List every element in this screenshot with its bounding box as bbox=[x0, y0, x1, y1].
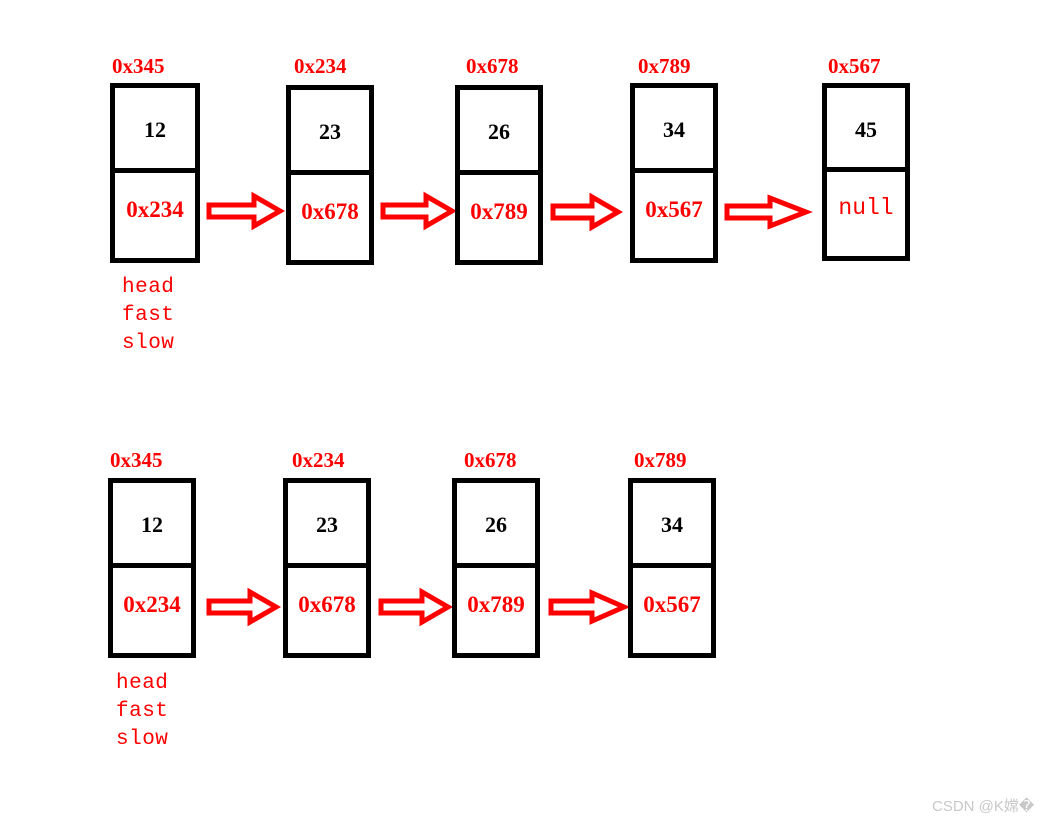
address-label: 0x345 bbox=[112, 54, 165, 78]
node-value: 34 bbox=[661, 512, 683, 537]
watermark: CSDN @K嫦� bbox=[932, 798, 1035, 815]
node-value: 26 bbox=[488, 119, 510, 144]
pointer-name-fast: fast bbox=[122, 304, 175, 327]
node-next-cell: 0x678 bbox=[288, 568, 366, 653]
list-node: 26 0x789 bbox=[455, 85, 543, 265]
node-next-cell: null bbox=[827, 172, 905, 256]
node-value-cell: 34 bbox=[633, 483, 711, 568]
address-label: 0x678 bbox=[466, 54, 519, 78]
pointer-name-stack: head fast slow bbox=[122, 274, 174, 358]
pointer-name-head: head bbox=[122, 276, 175, 299]
pointer-name-fast: fast bbox=[116, 700, 169, 723]
node-next-pointer: 0x789 bbox=[467, 592, 525, 617]
node-value: 12 bbox=[144, 117, 166, 142]
node-value-cell: 23 bbox=[288, 483, 366, 568]
list-node: 12 0x234 bbox=[110, 83, 200, 263]
next-arrow bbox=[548, 589, 631, 625]
pointer-name-stack: head fast slow bbox=[116, 670, 168, 754]
pointer-name-head: head bbox=[116, 672, 169, 695]
node-value-cell: 12 bbox=[115, 88, 195, 173]
node-next-cell: 0x234 bbox=[113, 568, 191, 653]
node-next-cell: 0x234 bbox=[115, 173, 195, 258]
list-node: 34 0x567 bbox=[630, 83, 718, 263]
next-arrow bbox=[380, 191, 458, 231]
node-value-cell: 12 bbox=[113, 483, 191, 568]
node-value-cell: 45 bbox=[827, 88, 905, 172]
node-next-pointer: 0x234 bbox=[123, 592, 181, 617]
node-next-cell: 0x789 bbox=[457, 568, 535, 653]
next-arrow bbox=[206, 191, 286, 231]
node-value-cell: 34 bbox=[635, 88, 713, 173]
node-value-cell: 26 bbox=[457, 483, 535, 568]
node-next-pointer: 0x678 bbox=[301, 199, 359, 224]
node-value: 12 bbox=[141, 512, 163, 537]
node-next-pointer: 0x234 bbox=[126, 197, 184, 222]
node-next-pointer: 0x678 bbox=[298, 592, 356, 617]
address-label: 0x678 bbox=[464, 448, 517, 472]
address-label: 0x234 bbox=[292, 448, 345, 472]
node-value: 26 bbox=[485, 512, 507, 537]
node-next-pointer: 0x567 bbox=[643, 592, 701, 617]
diagram-canvas: 0x345 12 0x234 0x234 23 0x678 0x678 26 0… bbox=[0, 0, 1059, 826]
next-arrow bbox=[724, 194, 813, 230]
address-label: 0x789 bbox=[638, 54, 691, 78]
address-label: 0x345 bbox=[110, 448, 163, 472]
address-label: 0x567 bbox=[828, 54, 881, 78]
node-next-cell: 0x567 bbox=[635, 173, 713, 258]
node-value: 34 bbox=[663, 117, 685, 142]
node-value: 45 bbox=[855, 116, 877, 142]
list-node: 23 0x678 bbox=[283, 478, 371, 658]
node-value: 23 bbox=[319, 119, 341, 144]
node-next-pointer: 0x789 bbox=[470, 199, 528, 224]
node-next-cell: 0x567 bbox=[633, 568, 711, 653]
node-next-cell: 0x789 bbox=[460, 175, 538, 260]
pointer-name-slow: slow bbox=[122, 332, 175, 355]
node-next-pointer: 0x567 bbox=[645, 197, 703, 222]
address-label: 0x234 bbox=[294, 54, 347, 78]
pointer-name-slow: slow bbox=[116, 728, 169, 751]
next-arrow bbox=[206, 587, 282, 627]
node-value-cell: 23 bbox=[291, 90, 369, 175]
next-arrow bbox=[378, 587, 454, 627]
node-next-cell: 0x678 bbox=[291, 175, 369, 260]
node-value-cell: 26 bbox=[460, 90, 538, 175]
address-label: 0x789 bbox=[634, 448, 687, 472]
list-node: 34 0x567 bbox=[628, 478, 716, 658]
list-node: 23 0x678 bbox=[286, 85, 374, 265]
list-node: 26 0x789 bbox=[452, 478, 540, 658]
next-arrow bbox=[550, 192, 624, 232]
node-next-pointer: null bbox=[838, 194, 894, 221]
node-value: 23 bbox=[316, 512, 338, 537]
list-node: 12 0x234 bbox=[108, 478, 196, 658]
list-node: 45 null bbox=[822, 83, 910, 261]
